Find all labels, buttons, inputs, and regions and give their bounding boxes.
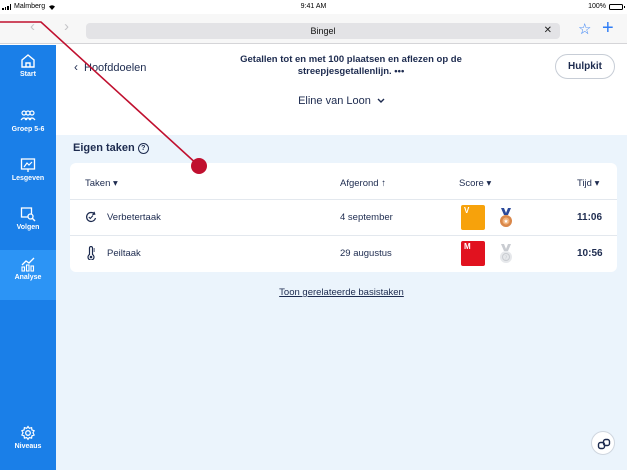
screen: Malmberg 9:41 AM 100% ‹ › Bingel ✕ ☆ + S…: [0, 0, 627, 470]
page-header: ‹ Hoofddoelen Getallen tot en met 100 pla…: [56, 45, 627, 135]
plus-icon[interactable]: +: [602, 17, 614, 40]
score-badge: M: [461, 241, 485, 266]
caret-down-icon: ▾: [594, 178, 600, 189]
caret-down-icon: ▾: [486, 178, 492, 189]
address-text: Bingel: [310, 26, 336, 36]
sidebar-item-niveaus[interactable]: Niveaus: [0, 419, 56, 465]
sidebar-item-analyse[interactable]: Analyse: [0, 250, 56, 300]
column-label: Score: [459, 178, 484, 189]
browser-toolbar: ‹ › Bingel ✕ ☆ +: [0, 14, 627, 44]
status-time: 9:41 AM: [300, 3, 327, 10]
task-time: 11:06: [577, 212, 603, 223]
battery-percent: 100%: [588, 3, 606, 10]
task-afgerond: 4 september: [340, 212, 393, 223]
related-tasks-link[interactable]: Toon gerelateerde basistaken: [56, 287, 627, 298]
sidebar-item-volgen[interactable]: Volgen: [0, 200, 56, 246]
monitor-search-icon: [20, 207, 36, 222]
empty-medal-icon: ?: [500, 244, 512, 263]
task-time: 10:56: [577, 248, 603, 259]
analytics-icon: [21, 257, 35, 272]
battery-indicator: 100%: [588, 3, 625, 10]
main-content: ‹ Hoofddoelen Getallen tot en met 100 pla…: [56, 45, 627, 470]
student-name: Eline van Loon: [298, 95, 371, 107]
forward-arrow-icon[interactable]: ›: [64, 18, 69, 35]
address-bar[interactable]: Bingel ✕: [86, 23, 560, 39]
sidebar-item-lesgeven[interactable]: Lesgeven: [0, 151, 56, 197]
chevron-left-icon: ‹: [74, 60, 78, 74]
column-header-taken[interactable]: Taken ▾: [85, 178, 118, 189]
back-link[interactable]: ‹ Hoofddoelen: [74, 60, 146, 74]
tasks-table: Taken ▾ Afgerond ↑ Score ▾ Tijd ▾ Verbet…: [70, 163, 617, 272]
sidebar-item-start[interactable]: Start: [0, 47, 56, 93]
section-title: Eigen taken?: [73, 142, 149, 154]
section-title-text: Eigen taken: [73, 142, 135, 154]
student-selector[interactable]: Eline van Loon: [56, 95, 627, 107]
sidebar-item-label: Volgen: [16, 224, 40, 231]
sidebar-item-label: Niveaus: [14, 443, 42, 450]
chevron-down-icon: [377, 98, 385, 103]
battery-icon: [609, 3, 625, 10]
column-label: Afgerond: [340, 178, 379, 189]
link-icon: [597, 438, 611, 450]
sort-up-arrow-icon: ↑: [381, 178, 386, 189]
gear-icon: [21, 425, 35, 441]
sidebar-item-label: Lesgeven: [11, 175, 45, 182]
sidebar-item-label: Groep 5-6: [11, 126, 45, 133]
caret-down-icon: ▾: [113, 178, 118, 189]
task-name: Verbetertaak: [107, 212, 161, 223]
score-badge: V: [461, 205, 485, 230]
sidebar-item-label: Analyse: [14, 274, 42, 281]
column-header-tijd[interactable]: Tijd ▾: [577, 178, 599, 189]
table-row[interactable]: Peiltaak 29 augustus M ? 10:56: [70, 235, 617, 271]
task-afgerond: 29 augustus: [340, 248, 392, 259]
link-button[interactable]: [591, 431, 615, 455]
thermometer-icon: [87, 246, 95, 260]
star-icon[interactable]: ☆: [578, 20, 591, 38]
status-bar: Malmberg 9:41 AM 100%: [0, 0, 627, 14]
score-letter: V: [464, 206, 470, 215]
close-icon[interactable]: ✕: [544, 23, 552, 39]
column-label: Taken: [85, 178, 111, 189]
page-title: Getallen tot en met 100 plaatsen en afle…: [240, 54, 462, 77]
column-header-score[interactable]: Score ▾: [459, 178, 491, 189]
bronze-medal-icon: [500, 208, 512, 227]
home-icon: [21, 54, 35, 68]
svg-text:?: ?: [505, 256, 508, 262]
sidebar-item-label: Start: [20, 71, 36, 78]
help-icon[interactable]: ?: [137, 143, 149, 154]
group-icon: [20, 110, 36, 121]
score-letter: M: [464, 242, 471, 251]
sidebar: Start Groep 5-6 Lesgeven Volgen Analyse …: [0, 45, 56, 470]
back-link-label: Hoofddoelen: [84, 62, 147, 74]
task-name: Peiltaak: [107, 248, 141, 259]
table-row[interactable]: Verbetertaak 4 september V 11:06: [70, 199, 617, 235]
hulpkit-button[interactable]: Hulpkit: [555, 54, 615, 79]
column-header-afgerond[interactable]: Afgerond ↑: [340, 178, 386, 189]
back-arrow-icon[interactable]: ‹: [30, 18, 35, 35]
redo-task-icon: [86, 211, 97, 222]
presentation-icon: [20, 158, 36, 172]
sidebar-item-groep[interactable]: Groep 5-6: [0, 102, 56, 148]
column-label: Tijd: [577, 178, 592, 189]
